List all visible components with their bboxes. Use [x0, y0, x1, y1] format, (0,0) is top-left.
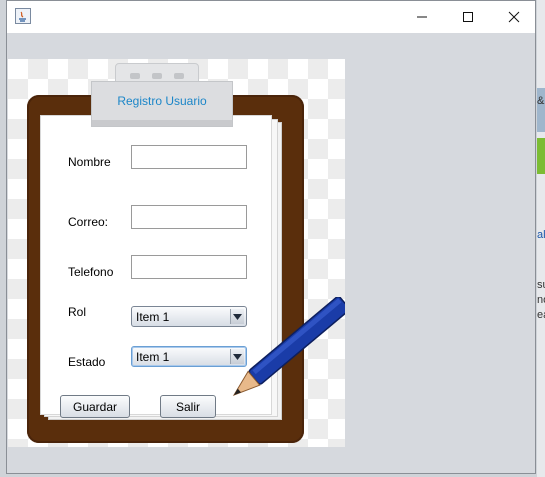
- estado-label: Estado: [68, 355, 106, 369]
- form-panel: Registro Usuario Nombre Correo: Telefono…: [8, 59, 345, 447]
- background-text: su: [537, 279, 545, 291]
- background-text: &: [537, 95, 545, 107]
- maximize-icon: [463, 12, 473, 22]
- rol-label: Rol: [68, 305, 87, 319]
- guardar-button[interactable]: Guardar: [60, 395, 130, 418]
- maximize-button[interactable]: [445, 1, 491, 33]
- title-bar[interactable]: [7, 1, 535, 33]
- background-text: ea: [537, 309, 545, 321]
- minimize-button[interactable]: [399, 1, 445, 33]
- background-block: [537, 138, 545, 174]
- background-window-strip: & al su no ea: [537, 0, 545, 477]
- salir-button[interactable]: Salir: [160, 395, 216, 418]
- telefono-field[interactable]: [131, 255, 247, 279]
- java-app-icon[interactable]: [15, 8, 31, 24]
- correo-label: Correo:: [68, 215, 109, 229]
- correo-field[interactable]: [131, 205, 247, 229]
- background-text: no: [537, 294, 545, 306]
- pencil-icon: [232, 297, 345, 396]
- close-icon: [508, 11, 520, 23]
- background-text: al: [537, 229, 545, 241]
- form-title: Registro Usuario: [117, 94, 207, 108]
- close-button[interactable]: [491, 1, 537, 33]
- app-window: Registro Usuario Nombre Correo: Telefono…: [6, 0, 536, 474]
- estado-select-value: Item 1: [136, 350, 170, 364]
- minimize-icon: [417, 16, 427, 18]
- rol-select-value: Item 1: [136, 310, 170, 324]
- nombre-label: Nombre: [68, 155, 111, 169]
- nombre-field[interactable]: [131, 145, 247, 169]
- telefono-label: Telefono: [68, 265, 114, 279]
